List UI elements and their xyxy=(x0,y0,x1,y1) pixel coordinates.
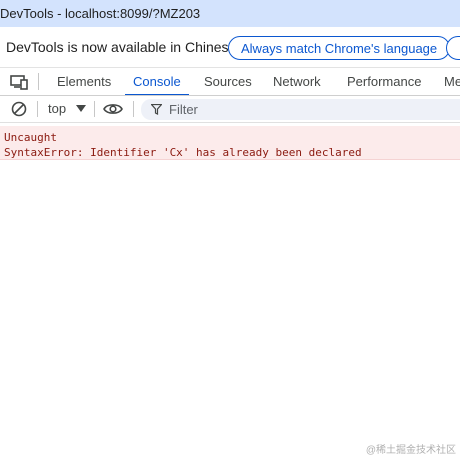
always-match-language-label: Always match Chrome's language xyxy=(241,40,438,56)
language-infobar: DevTools is now available in Chinese! Al… xyxy=(0,27,460,68)
error-uncaught-label: Uncaught xyxy=(4,131,57,144)
eye-icon[interactable] xyxy=(103,102,123,116)
tab-network[interactable]: Network xyxy=(273,68,321,95)
window-title-bar: DevTools - localhost:8099/?MZ203 xyxy=(0,0,460,27)
toolbar-separator xyxy=(94,101,95,117)
toolbar-separator xyxy=(37,101,38,117)
error-syntax-message: SyntaxError: Identifier 'Cx' has already… xyxy=(4,146,362,159)
console-error-message[interactable]: Uncaught SyntaxError: Identifier 'Cx' ha… xyxy=(0,126,460,160)
device-toggle-icon[interactable] xyxy=(10,74,28,90)
infobar-message: DevTools is now available in Chinese! xyxy=(6,39,241,55)
watermark: @稀土掘金技术社区 xyxy=(365,445,456,456)
console-toolbar: top Filter xyxy=(0,96,460,123)
context-selector[interactable]: top xyxy=(48,101,66,116)
tab-sources[interactable]: Sources xyxy=(204,68,252,95)
tab-console[interactable]: Console xyxy=(125,68,189,95)
filter-placeholder: Filter xyxy=(169,102,198,117)
tab-elements[interactable]: Elements xyxy=(57,68,111,95)
panel-tab-bar: Elements Console Sources Network Perform… xyxy=(0,68,460,96)
tab-memory[interactable]: Me xyxy=(444,68,460,95)
clear-console-icon[interactable] xyxy=(11,101,27,117)
infobar-secondary-button[interactable] xyxy=(446,36,460,60)
toolbar-separator xyxy=(133,101,134,117)
tab-performance[interactable]: Performance xyxy=(347,68,421,95)
filter-icon xyxy=(151,104,162,115)
window-title: DevTools - localhost:8099/?MZ203 xyxy=(0,6,201,21)
filter-input[interactable]: Filter xyxy=(141,99,460,120)
tab-separator xyxy=(38,73,39,90)
dropdown-arrow-icon[interactable] xyxy=(76,105,86,112)
always-match-language-button[interactable]: Always match Chrome's language xyxy=(228,36,451,60)
